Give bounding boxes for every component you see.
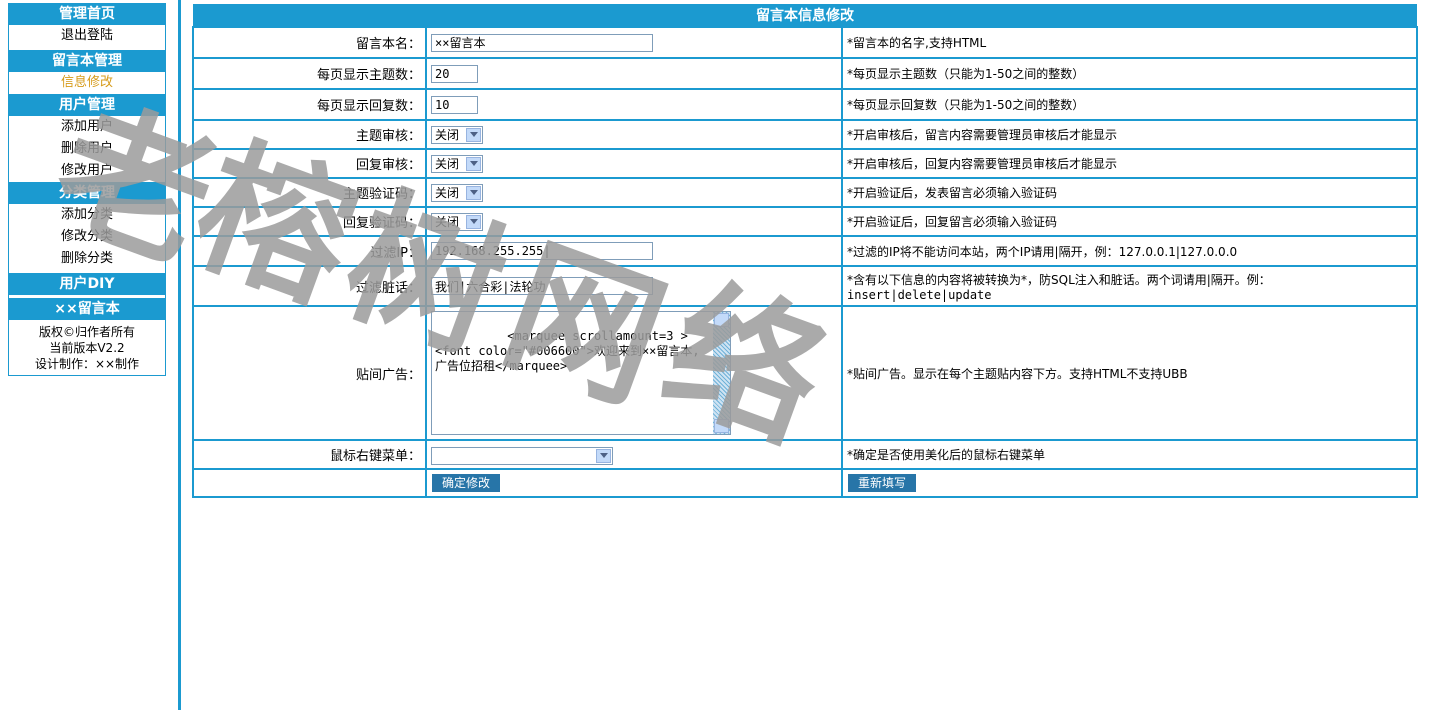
field-cell: 确定修改	[425, 468, 843, 498]
ad-code-textarea[interactable]: <marquee scrollamount=3 ><font color="#0…	[431, 311, 731, 435]
sidebar-item-delete-user[interactable]: 删除用户	[9, 138, 165, 160]
sidebar-group-user-diy[interactable]: 用户DIY	[9, 273, 165, 295]
scroll-up-icon[interactable]	[714, 313, 729, 327]
table-row: 回复验证码： 关闭 *开启验证后，回复留言必须输入验证码	[192, 206, 1418, 237]
sidebar-group-users: 用户管理	[9, 94, 165, 116]
field-hint: *每页显示主题数（只能为1-50之间的整数）	[841, 57, 1418, 90]
field-hint: *过滤的IP将不能访问本站，两个IP请用|隔开，例：127.0.0.1|127.…	[841, 235, 1418, 267]
sidebar-group-home[interactable]: 管理首页	[9, 3, 165, 25]
table-row: 贴间广告： <marquee scrollamount=3 ><font col…	[192, 305, 1418, 441]
sidebar-item-logout[interactable]: 退出登陆	[9, 25, 165, 47]
frame-divider[interactable]	[178, 0, 181, 710]
settings-table: 留言本信息修改 留言本名： *留言本的名字,支持HTML 每页显示主题数： *每…	[192, 4, 1418, 498]
submit-button[interactable]: 确定修改	[432, 474, 501, 492]
field-hint: *留言本的名字,支持HTML	[841, 26, 1418, 59]
field-cell: <marquee scrollamount=3 ><font color="#0…	[425, 305, 843, 441]
textarea-scrollbar[interactable]	[713, 312, 730, 434]
field-hint: *含有以下信息的内容将被转换为*，防SQL注入和脏话。两个词请用|隔开。例： i…	[841, 265, 1418, 307]
field-label: 每页显示主题数：	[192, 57, 427, 90]
sidebar-item-info-edit[interactable]: 信息修改	[9, 72, 165, 94]
sidebar-item-add-user[interactable]: 添加用户	[9, 116, 165, 138]
field-hint: *开启验证后，发表留言必须输入验证码	[841, 177, 1418, 208]
select-value: 关闭	[435, 215, 460, 229]
sidebar-group-guestbook: 留言本管理	[9, 50, 165, 72]
field-hint: *贴间广告。显示在每个主题贴内容下方。支持HTML不支持UBB	[841, 305, 1418, 441]
field-cell: 重新填写	[841, 468, 1418, 498]
filter-words-input[interactable]	[431, 277, 653, 295]
select-value: 关闭	[435, 157, 460, 171]
field-cell: 关闭	[425, 177, 843, 208]
sidebar-item-delete-category[interactable]: 删除分类	[9, 248, 165, 270]
field-cell	[425, 26, 843, 59]
field-cell	[425, 57, 843, 90]
select-value: 关闭	[435, 186, 460, 200]
field-label: 鼠标右键菜单：	[192, 439, 427, 470]
field-label: 回复审核：	[192, 148, 427, 179]
main-form: 留言本信息修改 留言本名： *留言本的名字,支持HTML 每页显示主题数： *每…	[192, 4, 1418, 498]
field-hint: *开启验证后，回复留言必须输入验证码	[841, 206, 1418, 237]
field-label: 过滤IP：	[192, 235, 427, 267]
topics-per-page-input[interactable]	[431, 64, 478, 83]
topic-captcha-select[interactable]: 关闭	[431, 183, 483, 202]
field-cell: 关闭	[425, 119, 843, 150]
sidebar: 管理首页 退出登陆 留言本管理 信息修改 用户管理 添加用户 删除用户 修改用户…	[8, 3, 166, 376]
filter-ip-input[interactable]	[431, 242, 653, 260]
field-label: 回复验证码：	[192, 206, 427, 237]
table-row: 每页显示回复数： *每页显示回复数（只能为1-50之间的整数）	[192, 88, 1418, 121]
textarea-content: <marquee scrollamount=3 ><font color="#0…	[435, 329, 700, 373]
field-cell	[425, 235, 843, 267]
reset-button[interactable]: 重新填写	[848, 474, 917, 492]
field-cell: 关闭	[425, 206, 843, 237]
field-cell	[425, 439, 843, 470]
field-label: 主题审核：	[192, 119, 427, 150]
table-row: 确定修改 重新填写	[192, 468, 1418, 498]
select-value: 关闭	[435, 128, 460, 142]
table-row: 鼠标右键菜单： *确定是否使用美化后的鼠标右键菜单	[192, 439, 1418, 470]
table-row: 主题审核： 关闭 *开启审核后，留言内容需要管理员审核后才能显示	[192, 119, 1418, 150]
table-row: 留言本名： *留言本的名字,支持HTML	[192, 26, 1418, 59]
sidebar-group-categories: 分类管理	[9, 182, 165, 204]
chevron-down-icon[interactable]	[466, 185, 481, 200]
chevron-down-icon[interactable]	[466, 214, 481, 229]
reply-review-select[interactable]: 关闭	[431, 154, 483, 173]
copyright-line: 版权©归作者所有	[38, 325, 135, 339]
form-title: 留言本信息修改	[193, 4, 1417, 27]
field-cell	[425, 265, 843, 307]
sidebar-item-add-category[interactable]: 添加分类	[9, 204, 165, 226]
chevron-down-icon[interactable]	[466, 156, 481, 171]
table-row: 每页显示主题数： *每页显示主题数（只能为1-50之间的整数）	[192, 57, 1418, 90]
field-cell	[425, 88, 843, 121]
hint-line: *含有以下信息的内容将被转换为*，防SQL注入和脏话。两个词请用|隔开。例：	[847, 272, 1271, 287]
table-row: 过滤脏话： *含有以下信息的内容将被转换为*，防SQL注入和脏话。两个词请用|隔…	[192, 265, 1418, 307]
field-hint: *每页显示回复数（只能为1-50之间的整数）	[841, 88, 1418, 121]
topic-review-select[interactable]: 关闭	[431, 125, 483, 144]
field-label: 主题验证码：	[192, 177, 427, 208]
table-row: 主题验证码： 关闭 *开启验证后，发表留言必须输入验证码	[192, 177, 1418, 208]
copyright-block: 版权©归作者所有 当前版本V2.2 设计制作：××制作	[9, 320, 165, 375]
field-hint: *确定是否使用美化后的鼠标右键菜单	[841, 439, 1418, 470]
version-line: 当前版本V2.2	[49, 341, 125, 355]
field-label: 贴间广告：	[192, 305, 427, 441]
table-row: 回复审核： 关闭 *开启审核后，回复内容需要管理员审核后才能显示	[192, 148, 1418, 179]
table-row: 过滤IP： *过滤的IP将不能访问本站，两个IP请用|隔开，例：127.0.0.…	[192, 235, 1418, 267]
guestbook-name-input[interactable]	[431, 33, 653, 52]
designer-line: 设计制作：××制作	[34, 357, 140, 371]
sidebar-item-edit-category[interactable]: 修改分类	[9, 226, 165, 248]
hint-example: insert|delete|update	[847, 287, 992, 302]
field-label: 过滤脏话：	[192, 265, 427, 307]
sidebar-group-brand: ××留言本	[9, 298, 165, 320]
empty-cell	[192, 468, 427, 498]
field-label: 留言本名：	[192, 26, 427, 59]
replies-per-page-input[interactable]	[431, 95, 478, 114]
field-hint: *开启审核后，回复内容需要管理员审核后才能显示	[841, 148, 1418, 179]
field-label: 每页显示回复数：	[192, 88, 427, 121]
field-hint: *开启审核后，留言内容需要管理员审核后才能显示	[841, 119, 1418, 150]
right-click-menu-select[interactable]	[431, 446, 613, 465]
chevron-down-icon[interactable]	[596, 448, 611, 463]
sidebar-item-edit-user[interactable]: 修改用户	[9, 160, 165, 182]
field-cell: 关闭	[425, 148, 843, 179]
reply-captcha-select[interactable]: 关闭	[431, 212, 483, 231]
chevron-down-icon[interactable]	[466, 127, 481, 142]
scroll-down-icon[interactable]	[714, 419, 729, 433]
